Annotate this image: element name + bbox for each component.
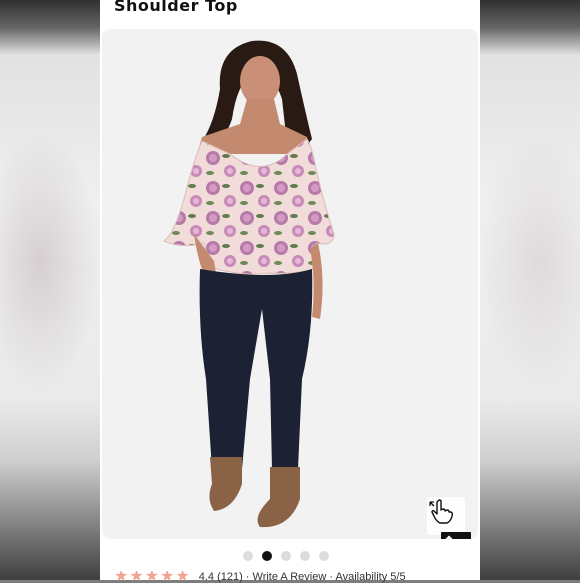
gallery-dot[interactable]	[243, 551, 253, 561]
chevron-up-icon	[445, 535, 453, 539]
gallery-dot[interactable]	[281, 551, 291, 561]
product-card: Shoulder Top ★★★★★ 4.4 (121) · Write A R…	[100, 0, 480, 583]
scroll-to-top-button[interactable]	[441, 532, 471, 539]
rating-row: ★★★★★ 4.4 (121) · Write A Review · Avail…	[114, 571, 480, 583]
pointing-hand-icon	[429, 499, 454, 524]
gallery-dot[interactable]	[300, 551, 310, 561]
model-illustration	[162, 40, 335, 528]
zoom-hint-button[interactable]	[427, 497, 465, 535]
backdrop-blur-left	[0, 130, 100, 390]
gallery-dot[interactable]	[319, 551, 329, 561]
gallery-dot-active[interactable]	[262, 551, 272, 561]
rating-summary[interactable]: 4.4 (121) · Write A Review · Availabilit…	[199, 571, 406, 583]
backdrop-blur-right	[480, 130, 580, 390]
product-title: Shoulder Top	[114, 0, 238, 15]
rating-stars: ★★★★★	[114, 571, 191, 583]
product-photo[interactable]	[102, 29, 478, 539]
gallery-pagination	[243, 551, 329, 561]
